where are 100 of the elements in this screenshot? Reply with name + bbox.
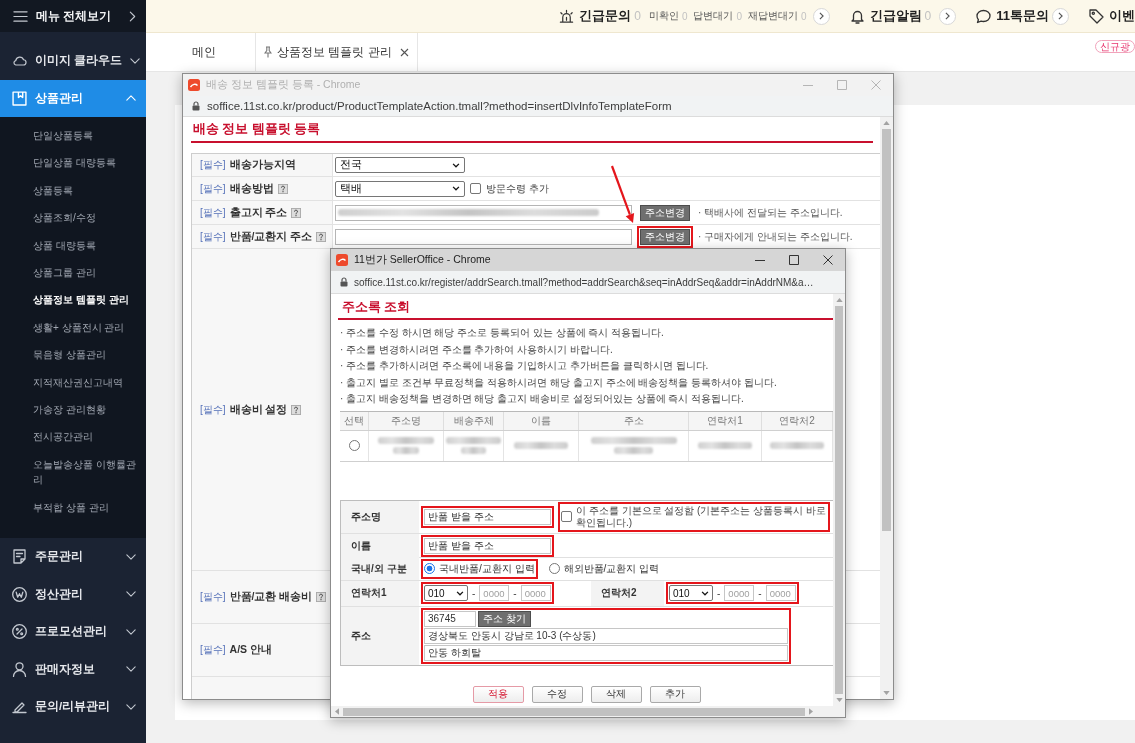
radio-button[interactable] [548, 563, 560, 574]
phone-field[interactable]: 0000 [724, 585, 755, 601]
pin-icon[interactable] [264, 46, 272, 58]
alert-label[interactable]: 11톡문의 [996, 7, 1049, 25]
required-tag: [필수] [200, 158, 226, 172]
scrollbar[interactable] [833, 294, 845, 706]
alert-label[interactable]: 긴급알림 [869, 7, 922, 25]
sidebar-menu-item[interactable]: 판매자정보 [0, 650, 146, 689]
arrow-down-icon[interactable] [835, 698, 843, 702]
chevron-right-icon [1058, 12, 1063, 20]
radio-button[interactable] [424, 563, 435, 574]
arrow-down-icon[interactable] [883, 691, 890, 695]
more-button[interactable] [1052, 7, 1069, 25]
more-button[interactable] [939, 7, 957, 25]
submenu-item[interactable]: 상품등록 [0, 176, 146, 205]
checkbox-label[interactable]: 방문수령 추가 [486, 181, 549, 196]
field-label: A/S 안내 [229, 643, 272, 657]
help-icon[interactable] [291, 404, 302, 415]
submenu-item[interactable]: 묶음형 상품관리 [0, 341, 146, 369]
address-field[interactable] [335, 228, 632, 245]
sidebar-menu-item[interactable]: 문의/리뷰관리 [0, 688, 146, 726]
arrow-up-icon[interactable] [883, 121, 890, 125]
blurred-text [444, 434, 503, 457]
help-icon[interactable] [277, 183, 288, 194]
submenu-item[interactable]: 상품정보 템플릿 관리 [0, 286, 146, 314]
sidebar-menu-item[interactable]: 이미지 클라우드 [0, 42, 146, 80]
address-detail-field[interactable]: 안동 하회탈 [424, 644, 788, 661]
help-icon[interactable] [316, 592, 327, 602]
change-address-button[interactable]: 주소변경 [640, 204, 690, 221]
submenu-item[interactable]: 지적재산권신고내역 [0, 368, 146, 397]
radio-label[interactable]: 국내반품/교환지 입력 [439, 561, 535, 576]
sidebar-menu-item[interactable]: 프로모션관리 [0, 613, 146, 651]
alert-detail-label[interactable]: 미확인 [648, 9, 679, 23]
submenu-item[interactable]: 단일상품 대량등록 [0, 149, 146, 177]
help-icon[interactable] [316, 231, 327, 242]
sidebar-menu-item[interactable]: 상품관리 [0, 79, 146, 117]
address-field[interactable]: 경상북도 안동시 강남로 10-3 (수상동) [424, 627, 788, 644]
alert-label[interactable]: 이벤 [1109, 7, 1135, 25]
submenu-item[interactable]: 부적합 상품 관리 [0, 493, 146, 522]
phone-field[interactable]: 0000 [765, 585, 796, 601]
dropdown-select[interactable]: 전국 [335, 157, 465, 173]
action-button[interactable]: 적용 [472, 685, 524, 703]
name-field[interactable]: 반품 받을 주소 [424, 537, 551, 554]
submenu-item[interactable]: 전시공간관리 [0, 423, 146, 451]
address-search-button[interactable]: 주소 찾기 [478, 610, 531, 627]
arrow-left-icon[interactable] [335, 708, 339, 715]
scrollbar-thumb[interactable] [882, 129, 891, 531]
phone-field[interactable]: 0000 [479, 585, 510, 601]
field-label: 배송가능지역 [229, 158, 296, 172]
arrow-up-icon[interactable] [835, 298, 843, 302]
radio-label[interactable]: 해외반품/교환지 입력 [563, 561, 660, 576]
submenu-item[interactable]: 단일상품등록 [0, 122, 146, 150]
tab[interactable]: 상품정보 템플릿 관리 [255, 33, 418, 71]
minimize-icon[interactable] [755, 259, 765, 261]
checkbox[interactable] [561, 511, 572, 522]
submenu-item[interactable]: 가송장 관리현황 [0, 396, 146, 424]
alert-detail-label[interactable]: 재답변대기 [748, 9, 798, 23]
scrollbar-thumb[interactable] [343, 707, 805, 716]
sidebar-menu-item[interactable]: 정산관리 [0, 575, 146, 614]
action-button[interactable]: 삭제 [590, 685, 642, 703]
zip-code-field[interactable]: 36745 [424, 610, 476, 627]
tab[interactable]: 메인 [180, 33, 228, 71]
help-icon[interactable] [291, 207, 302, 218]
submenu-item[interactable]: 상품 대량등록 [0, 231, 146, 260]
action-button[interactable]: 수정 [531, 685, 583, 703]
full-menu-button[interactable]: 메뉴 전체보기 [0, 0, 146, 32]
dropdown-select[interactable]: 택배 [335, 180, 465, 197]
window-title: 11번가 SellerOffice - Chrome [354, 253, 491, 267]
submenu-item[interactable]: 상품그룹 관리 [0, 259, 146, 287]
dropdown-select[interactable]: 010 [669, 585, 713, 601]
address-name-field[interactable]: 반품 받을 주소 [424, 508, 551, 525]
close-icon[interactable] [399, 47, 409, 57]
bell-icon [849, 8, 865, 24]
submenu-item[interactable]: 상품조회/수정 [0, 204, 146, 232]
scrollbar[interactable] [331, 706, 845, 717]
menu-icon [13, 8, 28, 24]
address-field[interactable] [335, 204, 632, 221]
field-label: 배송방법 [229, 181, 274, 196]
form-label: 이름 [341, 533, 419, 558]
checkbox-label[interactable]: 이 주소를 기본으로 설정함 (기본주소는 상품등록시 바로 확인됩니다.) [576, 504, 827, 529]
more-button[interactable] [812, 7, 830, 25]
field-label: 배송비 설정 [229, 402, 288, 417]
action-button[interactable]: 추가 [649, 685, 701, 703]
change-address-button[interactable]: 주소변경 [640, 228, 690, 245]
radio-button[interactable] [348, 440, 360, 451]
separator-text: - [717, 587, 721, 599]
checkbox[interactable] [470, 183, 481, 194]
maximize-icon[interactable] [789, 255, 799, 265]
scrollbar-thumb[interactable] [835, 306, 843, 694]
scrollbar[interactable] [880, 117, 893, 699]
dropdown-select[interactable]: 010 [424, 585, 468, 601]
submenu-item[interactable]: 생활+ 상품전시 관리 [0, 313, 146, 342]
phone-field[interactable]: 0000 [520, 585, 551, 601]
required-tag: [필수] [200, 181, 226, 196]
arrow-right-icon[interactable] [809, 708, 813, 715]
submenu-item[interactable]: 오늘발송상품 이행률관리 [0, 450, 146, 494]
alert-detail-label[interactable]: 답변대기 [693, 9, 734, 23]
close-icon[interactable] [823, 255, 833, 265]
sidebar-menu-item[interactable]: 주문관리 [0, 538, 146, 576]
alert-label[interactable]: 긴급문의 [579, 7, 632, 25]
